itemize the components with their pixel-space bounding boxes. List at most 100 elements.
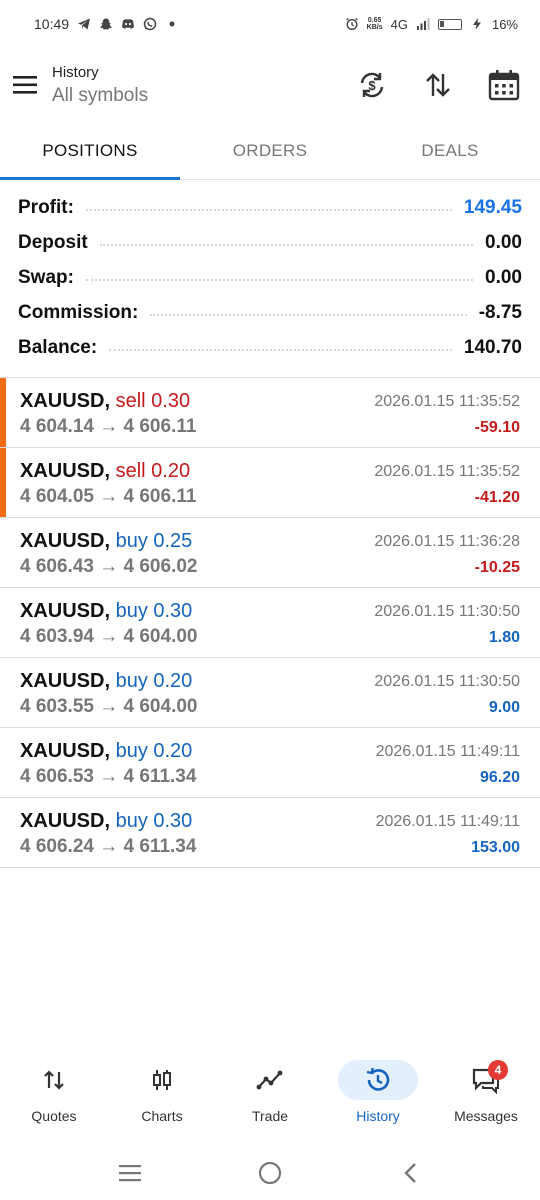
network-label: 4G: [390, 16, 408, 32]
position-symbol: XAUUSD,: [20, 810, 111, 832]
nav-trade[interactable]: Trade: [216, 1052, 324, 1136]
snapchat-icon: [100, 18, 113, 30]
position-row[interactable]: XAUUSD, buy 0.30 4 603.94 → 4 604.00 202…: [0, 588, 540, 658]
summary-label: Deposit: [18, 231, 88, 253]
summary-row-profit: Profit: 149.45: [0, 190, 540, 225]
recent-apps-button[interactable]: [110, 1153, 150, 1193]
position-symbol: XAUUSD,: [20, 460, 111, 482]
tab-orders[interactable]: ORDERS: [180, 122, 360, 179]
summary-label: Commission:: [18, 301, 139, 323]
calendar-button[interactable]: [484, 65, 524, 105]
position-profit: -10.25: [474, 559, 520, 576]
summary-row-deposit: Deposit 0.00: [0, 225, 540, 260]
position-symbol: XAUUSD,: [20, 600, 111, 622]
page-title: History: [52, 63, 99, 81]
home-icon: [258, 1161, 282, 1185]
position-prices: 4 606.53 → 4 611.34: [20, 766, 197, 787]
discord-icon: [122, 19, 135, 29]
battery-level: 16%: [491, 16, 518, 32]
position-time: 2026.01.15 11:30:50: [374, 673, 520, 690]
summary-value: 140.70: [463, 336, 522, 358]
history-icon: [366, 1067, 390, 1091]
position-type: sell 0.20: [115, 460, 191, 482]
signal-icon: [416, 18, 430, 30]
summary-label: Swap:: [18, 266, 74, 288]
tab-positions[interactable]: POSITIONS: [0, 122, 180, 180]
position-type: sell 0.30: [115, 390, 191, 412]
position-row[interactable]: XAUUSD, sell 0.20 4 604.05 → 4 606.11 20…: [0, 448, 540, 518]
status-time: 10:49: [34, 16, 70, 32]
currency-sync-icon: $: [360, 72, 384, 98]
summary-panel: Profit: 149.45 Deposit 0.00 Swap: 0.00 C…: [0, 190, 540, 365]
battery-icon: [437, 18, 462, 30]
dotted-leader: [150, 313, 467, 316]
position-row[interactable]: XAUUSD, buy 0.20 4 603.55 → 4 604.00 202…: [0, 658, 540, 728]
status-bar: 10:49 0.65 KB/s 4G 16%: [0, 0, 540, 48]
positions-list: XAUUSD, sell 0.30 4 604.14 → 4 606.11 20…: [0, 377, 540, 868]
nav-label: Messages: [454, 1108, 518, 1124]
position-prices: 4 604.05 → 4 606.11: [20, 486, 197, 507]
alarm-icon: [345, 17, 358, 31]
nav-label: History: [356, 1108, 400, 1124]
position-symbol: XAUUSD,: [20, 530, 111, 552]
open-marker: [0, 448, 6, 517]
open-marker: [0, 378, 6, 447]
position-time: 2026.01.15 11:35:52: [374, 463, 520, 480]
summary-row-swap: Swap: 0.00: [0, 260, 540, 295]
position-row[interactable]: XAUUSD, buy 0.25 4 606.43 → 4 606.02 202…: [0, 518, 540, 588]
position-symbol: XAUUSD,: [20, 670, 111, 692]
position-profit: -41.20: [474, 489, 520, 506]
calendar-icon: [488, 70, 520, 101]
summary-row-balance: Balance: 140.70: [0, 330, 540, 365]
nav-history[interactable]: History: [324, 1052, 432, 1136]
position-prices: 4 606.24 → 4 611.34: [20, 836, 197, 857]
summary-label: Profit:: [18, 196, 74, 218]
position-type: buy 0.20: [115, 670, 193, 692]
dotted-leader: [109, 348, 452, 351]
nav-messages[interactable]: 4 Messages: [432, 1052, 540, 1136]
position-prices: 4 604.14 → 4 606.11: [20, 416, 197, 437]
position-prices: 4 603.55 → 4 604.00: [20, 696, 198, 717]
position-profit: 96.20: [479, 769, 520, 786]
home-button[interactable]: [250, 1153, 290, 1193]
symbol-filter[interactable]: All symbols: [52, 85, 148, 107]
app-header: History All symbols $: [0, 48, 540, 122]
position-row[interactable]: XAUUSD, buy 0.20 4 606.53 → 4 611.34 202…: [0, 728, 540, 798]
summary-label: Balance:: [18, 336, 98, 358]
position-time: 2026.01.15 11:36:28: [374, 533, 520, 550]
summary-value: 0.00: [485, 266, 522, 288]
dotted-leader: [99, 243, 474, 246]
nav-quotes[interactable]: Quotes: [0, 1052, 108, 1136]
title-block[interactable]: History All symbols: [52, 64, 148, 107]
position-time: 2026.01.15 11:49:11: [375, 813, 520, 830]
trade-icon: [256, 1070, 283, 1090]
position-symbol: XAUUSD,: [20, 390, 111, 412]
net-speed: 0.65 KB/s: [366, 17, 383, 31]
position-profit: 1.80: [488, 629, 520, 646]
position-row[interactable]: XAUUSD, buy 0.30 4 606.24 → 4 611.34 202…: [0, 798, 540, 868]
position-row[interactable]: XAUUSD, sell 0.30 4 604.14 → 4 606.11 20…: [0, 378, 540, 448]
bottom-navigation: Quotes Charts Trade History 4 Messages: [0, 1052, 540, 1136]
position-profit: 9.00: [488, 699, 520, 716]
messages-badge: 4: [488, 1060, 508, 1080]
position-type: buy 0.30: [115, 810, 193, 832]
hamburger-icon: [13, 76, 37, 94]
dotted-leader: [85, 208, 452, 211]
tab-deals[interactable]: DEALS: [360, 122, 540, 179]
position-profit: -59.10: [474, 419, 520, 436]
position-type: buy 0.25: [115, 530, 193, 552]
summary-row-commission: Commission: -8.75: [0, 295, 540, 330]
back-button[interactable]: [390, 1153, 430, 1193]
position-profit: 153.00: [471, 839, 520, 856]
tab-bar: POSITIONS ORDERS DEALS: [0, 122, 540, 180]
nav-charts[interactable]: Charts: [108, 1052, 216, 1136]
position-time: 2026.01.15 11:49:11: [375, 743, 520, 760]
currency-exchange-button[interactable]: $: [352, 65, 392, 105]
summary-value: 0.00: [485, 231, 522, 253]
charts-icon: [153, 1070, 171, 1090]
sort-button[interactable]: [418, 65, 458, 105]
nav-label: Charts: [141, 1108, 183, 1124]
dotted-leader: [85, 278, 474, 281]
position-prices: 4 603.94 → 4 604.00: [20, 626, 198, 647]
menu-button[interactable]: [0, 55, 52, 115]
